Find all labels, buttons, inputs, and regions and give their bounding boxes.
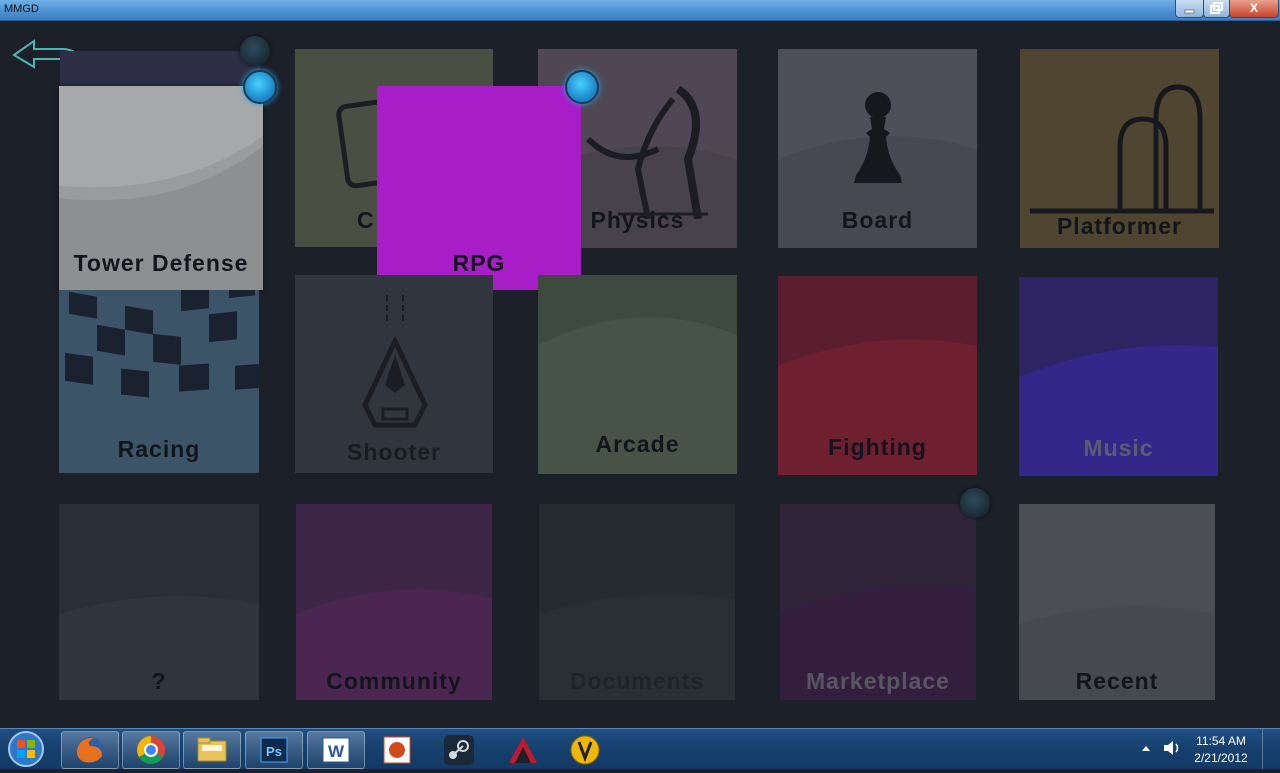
chrome-icon: [137, 736, 165, 764]
close-icon: X: [1249, 1, 1258, 15]
close-button[interactable]: X: [1229, 0, 1279, 18]
taskbar-photoshop[interactable]: Ps: [245, 731, 303, 769]
tile-racing-label: Racing: [117, 436, 201, 462]
tile-board[interactable]: Board: [778, 49, 977, 248]
steam-icon[interactable]: [442, 733, 478, 767]
tile-fighting[interactable]: Fighting: [778, 276, 977, 475]
clock-time[interactable]: 11:54 AM: [1188, 734, 1254, 748]
tile-tower-defense[interactable]: Tower Defense: [59, 86, 263, 290]
volume-icon[interactable]: [1162, 739, 1182, 757]
drag-handle-dot[interactable]: [960, 488, 990, 518]
restore-button[interactable]: [1203, 0, 1230, 18]
window-title: MMGD: [4, 3, 39, 15]
tile-tower-defense-label: Tower Defense: [73, 250, 249, 276]
drag-handle-dot[interactable]: [240, 36, 270, 66]
firefox-icon: [76, 737, 103, 763]
tile-unknown[interactable]: ?: [59, 504, 259, 700]
taskbar-firefox[interactable]: [61, 731, 119, 769]
tile-shooter-label: Shooter: [347, 439, 441, 465]
tile-fighting-label: Fighting: [828, 434, 927, 460]
show-desktop-button[interactable]: [1262, 729, 1280, 769]
tile-unknown-label: ?: [151, 668, 167, 694]
autodesk-icon[interactable]: [505, 733, 541, 767]
taskbar-chrome[interactable]: [122, 731, 180, 769]
tile-marketplace[interactable]: Marketplace: [780, 504, 976, 700]
explorer-icon: [197, 737, 227, 762]
tile-racing[interactable]: Racing: [59, 290, 259, 473]
taskbar-explorer[interactable]: [183, 731, 241, 769]
drag-handle-dot[interactable]: [243, 70, 277, 104]
tile-documents-label: Documents: [569, 668, 705, 694]
tile-recent[interactable]: Recent: [1019, 504, 1215, 700]
powerpoint-icon[interactable]: [380, 733, 416, 767]
minimize-icon: [1184, 9, 1195, 14]
clock-date[interactable]: 2/21/2012: [1188, 751, 1254, 765]
tile-marketplace-label: Marketplace: [806, 668, 950, 694]
tile-shooter[interactable]: Shooter: [295, 275, 493, 473]
slingshot-icon: [585, 85, 708, 219]
platformer-icon: [1030, 84, 1214, 214]
start-button[interactable]: [6, 730, 46, 768]
taskbar: Ps W 11:54 AM 2/21/2012: [0, 728, 1280, 769]
svg-text:W: W: [328, 742, 345, 761]
tile-community-label: Community: [326, 668, 462, 694]
tile-rpg-label: RPG: [452, 250, 506, 276]
minimize-button[interactable]: [1175, 0, 1204, 18]
tile-arcade-label: Arcade: [595, 431, 680, 457]
taskbar-word[interactable]: W: [307, 731, 365, 769]
window-titlebar: MMGD X: [0, 0, 1280, 21]
tile-platformer-label: Platformer: [1056, 213, 1183, 239]
photoshop-icon: Ps: [260, 737, 288, 763]
restore-icon: [1210, 2, 1223, 14]
moviemaker-icon[interactable]: [567, 733, 603, 767]
chess-pawn-icon: [854, 92, 902, 183]
tile-rpg[interactable]: RPG: [377, 86, 581, 290]
show-hidden-icons-icon[interactable]: [1140, 743, 1152, 753]
tile-board-label: Board: [841, 207, 914, 233]
tile-recent-label: Recent: [1075, 668, 1159, 694]
drag-handle-dot[interactable]: [565, 70, 599, 104]
tile-music[interactable]: Music: [1019, 277, 1218, 476]
spaceship-icon: [362, 295, 428, 428]
svg-text:Ps: Ps: [266, 744, 282, 759]
app-canvas: C Physics Board Platformer Tower Defense…: [0, 21, 1280, 728]
tile-documents[interactable]: Documents: [539, 504, 735, 700]
tile-platformer[interactable]: Platformer: [1020, 49, 1219, 248]
tile-music-label: Music: [1083, 435, 1154, 461]
word-icon: W: [322, 737, 350, 763]
tile-arcade[interactable]: Arcade: [538, 275, 737, 474]
tile-community[interactable]: Community: [296, 504, 492, 700]
